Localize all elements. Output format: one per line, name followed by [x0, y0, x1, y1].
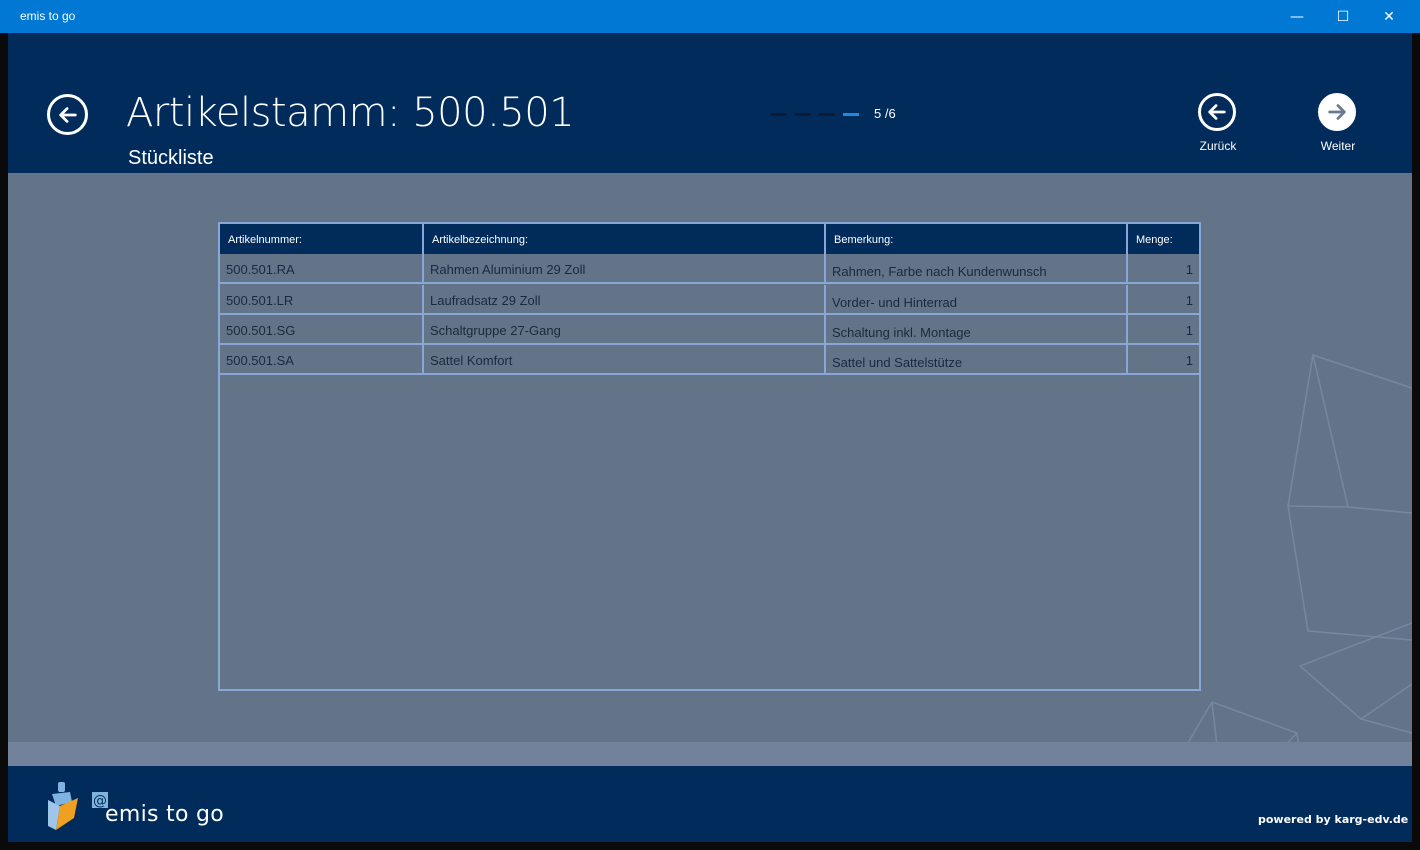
cell-bemerkung: Sattel und Sattelstütze — [826, 345, 1128, 375]
cell-artikelbezeichnung: Schaltgruppe 27-Gang — [424, 315, 826, 345]
column-header-bemerkung[interactable]: Bemerkung: — [826, 224, 1128, 254]
status-strip — [8, 742, 1412, 766]
minimize-button[interactable]: — — [1274, 0, 1320, 33]
page-dash — [795, 113, 811, 116]
cell-bemerkung: Schaltung inkl. Montage — [826, 315, 1128, 345]
cell-artikelnummer: 500.501.SG — [220, 315, 424, 345]
page-title: Artikelstamm: 500.501 — [126, 90, 575, 136]
table-header: Artikelnummer: Artikelbezeichnung: Bemer… — [220, 224, 1199, 254]
bom-table: Artikelnummer: Artikelbezeichnung: Bemer… — [218, 222, 1201, 691]
cell-menge: 1 — [1185, 353, 1193, 368]
cell-artikelnummer: 500.501.LR — [220, 285, 424, 315]
page-dash-active — [843, 113, 859, 116]
cell-menge: 1 — [1185, 262, 1193, 277]
logo-figure-icon — [48, 782, 78, 830]
footer: @ emis to go powered by karg-edv.de — [8, 766, 1412, 842]
title-bar: emis to go — ☐ ✕ — [0, 0, 1420, 33]
cell-artikelnummer: 500.501.RA — [220, 254, 424, 284]
window-title: emis to go — [20, 9, 76, 23]
app-content: Artikelstamm: 500.501 Stückliste 5 /6 Zu… — [8, 33, 1412, 842]
page-subtitle: Stückliste — [128, 147, 214, 169]
arrow-left-icon — [1208, 104, 1226, 120]
column-header-artikelnummer[interactable]: Artikelnummer: — [220, 224, 424, 254]
next-label: Weiter — [1320, 139, 1356, 153]
previous-circle[interactable] — [1198, 93, 1236, 131]
arrow-right-icon — [1328, 104, 1346, 120]
table-row[interactable]: 500.501.SA Sattel Komfort Sattel und Sat… — [220, 345, 1199, 375]
page-count: 5 /6 — [874, 106, 896, 121]
table-row[interactable]: 500.501.RA Rahmen Aluminium 29 Zoll Rahm… — [220, 254, 1199, 284]
page-dash — [819, 113, 835, 116]
back-button[interactable] — [47, 94, 88, 135]
cell-menge: 1 — [1185, 293, 1193, 308]
page-indicator — [771, 113, 859, 116]
page-dash — [771, 113, 787, 116]
app-window: emis to go — ☐ ✕ Artikelstamm: 500.501 S… — [0, 0, 1420, 850]
previous-button[interactable]: Zurück — [1188, 93, 1248, 153]
previous-label: Zurück — [1199, 139, 1237, 153]
column-header-menge[interactable]: Menge: — [1128, 224, 1199, 254]
arrow-left-icon — [58, 106, 77, 123]
cell-bemerkung: Rahmen, Farbe nach Kundenwunsch — [826, 254, 1128, 284]
close-button[interactable]: ✕ — [1366, 0, 1412, 33]
cell-artikelbezeichnung: Sattel Komfort — [424, 345, 826, 375]
page-header: Artikelstamm: 500.501 Stückliste 5 /6 Zu… — [8, 33, 1412, 173]
column-header-artikelbezeichnung[interactable]: Artikelbezeichnung: — [424, 224, 826, 254]
cell-artikelbezeichnung: Laufradsatz 29 Zoll — [424, 285, 826, 315]
cell-artikelbezeichnung: Rahmen Aluminium 29 Zoll — [424, 254, 826, 284]
table-row[interactable]: 500.501.SG Schaltgruppe 27-Gang Schaltun… — [220, 315, 1199, 345]
cell-bemerkung: Vorder- und Hinterrad — [826, 285, 1128, 315]
next-button[interactable]: Weiter — [1308, 93, 1368, 153]
maximize-button[interactable]: ☐ — [1320, 0, 1366, 33]
cell-artikelnummer: 500.501.SA — [220, 345, 424, 375]
next-circle[interactable] — [1318, 93, 1356, 131]
powered-by-text[interactable]: powered by karg-edv.de — [1258, 813, 1408, 826]
cell-menge: 1 — [1185, 323, 1193, 338]
table-row[interactable]: 500.501.LR Laufradsatz 29 Zoll Vorder- u… — [220, 285, 1199, 315]
logo-text: emis to go — [105, 802, 225, 827]
